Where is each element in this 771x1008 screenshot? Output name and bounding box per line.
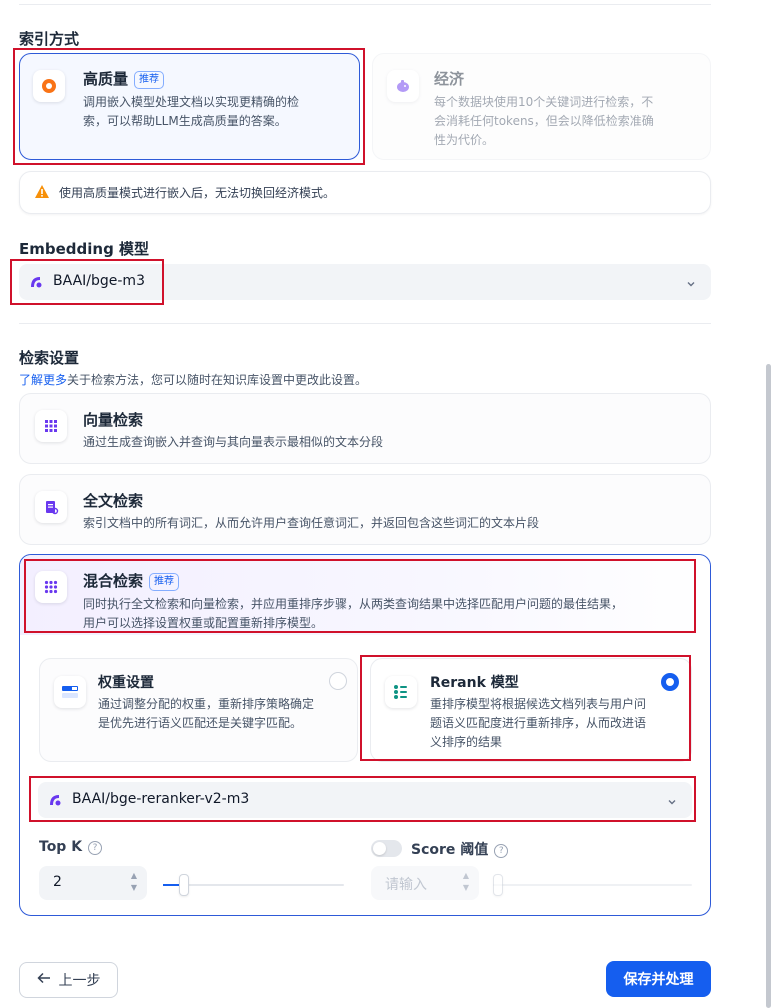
- rerank-model-title: Rerank 模型: [430, 675, 519, 691]
- fulltext-search-icon: [35, 491, 67, 523]
- index-mode-title: 索引方式: [19, 30, 80, 48]
- score-toggle-knob: [373, 842, 386, 855]
- high-quality-title: 高质量 推荐: [83, 68, 165, 89]
- vector-search-desc: 通过生成查询嵌入并查询与其向量表示最相似的文本分段: [83, 435, 384, 449]
- back-button[interactable]: 上一步: [19, 962, 118, 998]
- economy-desc: 每个数据块使用10个关键词进行检索，不 会消耗任何tokens，但会以降低检索准…: [434, 95, 654, 147]
- save-button-label: 保存并处理: [623, 972, 694, 988]
- fulltext-search-title: 全文检索: [83, 492, 144, 510]
- top-k-value: 2: [53, 874, 62, 890]
- recommend-badge: 推荐: [134, 71, 165, 89]
- vector-search-title: 向量检索: [83, 411, 144, 429]
- scrollbar[interactable]: [766, 364, 771, 1008]
- vector-search-icon: [35, 410, 67, 442]
- top-divider: [19, 4, 711, 5]
- warning-banner: 使用高质量模式进行嵌入后，无法切换回经济模式。: [19, 171, 711, 214]
- retrieval-subtitle: 了解更多关于检索方法，您可以随时在知识库设置中更改此设置。: [19, 373, 368, 387]
- hybrid-search-desc: 同时执行全文检索和向量检索，并应用重排序步骤，从两类查询结果中选择匹配用户问题的…: [83, 597, 624, 630]
- top-k-stepper[interactable]: ▲ ▼: [127, 870, 141, 896]
- rerank-model-value: BAAI/bge-reranker-v2-m3: [72, 791, 250, 807]
- hybrid-search-title: 混合检索 推荐: [83, 570, 180, 591]
- top-k-slider-thumb[interactable]: [179, 874, 189, 896]
- model-provider-icon: [28, 274, 44, 294]
- rerank-model-option[interactable]: Rerank 模型 重排序模型将根据候选文档列表与用户问 题语义匹配度进行重新排…: [370, 658, 692, 762]
- vector-search-card[interactable]: 向量检索 通过生成查询嵌入并查询与其向量表示最相似的文本分段: [19, 393, 711, 464]
- retrieval-title: 检索设置: [19, 349, 80, 367]
- embedding-model-value: BAAI/bge-m3: [53, 273, 145, 289]
- warning-text: 使用高质量模式进行嵌入后，无法切换回经济模式。: [59, 186, 336, 200]
- weight-setting-desc: 通过调整分配的权重，重新排序策略确定 是优先进行语义匹配还是关键字匹配。: [98, 697, 315, 730]
- chevron-down-icon: [685, 275, 697, 294]
- hybrid-search-icon: [35, 571, 67, 603]
- score-toggle[interactable]: [371, 840, 402, 857]
- embedding-model-select[interactable]: BAAI/bge-m3: [19, 264, 711, 300]
- weight-setting-radio[interactable]: [329, 672, 347, 690]
- rerank-model-select[interactable]: BAAI/bge-reranker-v2-m3: [38, 782, 692, 818]
- save-and-process-button[interactable]: 保存并处理: [606, 961, 711, 997]
- hybrid-search-card[interactable]: 混合检索 推荐 同时执行全文检索和向量检索，并应用重排序步骤，从两类查询结果中选择…: [19, 554, 711, 916]
- fulltext-search-desc: 索引文档中的所有词汇，从而允许用户查询任意词汇，并返回包含这些词汇的文本片段: [83, 516, 540, 530]
- warning-icon: [34, 184, 50, 203]
- score-slider-track[interactable]: [493, 884, 692, 886]
- fulltext-search-card[interactable]: 全文检索 索引文档中的所有词汇，从而允许用户查询任意词汇，并返回包含这些词汇的文…: [19, 474, 711, 545]
- score-stepper[interactable]: ▲ ▼: [459, 870, 473, 896]
- top-k-input[interactable]: 2 ▲ ▼: [39, 866, 147, 900]
- hybrid-recommend-badge: 推荐: [149, 573, 180, 591]
- score-threshold-label: Score 阈值?: [411, 839, 509, 859]
- score-threshold-placeholder: 请输入: [385, 877, 427, 893]
- back-button-label: 上一步: [58, 973, 101, 989]
- score-threshold-input[interactable]: 请输入 ▲ ▼: [371, 866, 479, 900]
- piggy-bank-icon: [387, 70, 419, 102]
- weight-icon: [54, 676, 86, 708]
- high-quality-icon: [33, 70, 65, 102]
- top-k-label: Top K?: [39, 839, 103, 855]
- economy-card[interactable]: 经济 每个数据块使用10个关键词进行检索，不 会消耗任何tokens，但会以降低…: [372, 53, 711, 160]
- reranker-provider-icon: [47, 792, 63, 812]
- top-k-slider-fill: [163, 884, 179, 886]
- economy-title: 经济: [434, 70, 465, 88]
- score-slider-thumb[interactable]: [493, 874, 503, 896]
- help-icon[interactable]: ?: [494, 844, 509, 858]
- mid-divider: [19, 323, 711, 324]
- chevron-down-icon: [666, 793, 678, 812]
- top-k-slider-track[interactable]: [163, 884, 344, 886]
- weight-setting-title: 权重设置: [98, 675, 154, 691]
- rerank-model-radio[interactable]: [661, 673, 679, 691]
- help-icon[interactable]: ?: [88, 841, 103, 855]
- rerank-model-desc: 重排序模型将根据候选文档列表与用户问 题语义匹配度进行重新排序，从而改进语 义排…: [430, 697, 647, 749]
- weight-setting-option[interactable]: 权重设置 通过调整分配的权重，重新排序策略确定 是优先进行语义匹配还是关键字匹配…: [39, 658, 358, 762]
- learn-more-link[interactable]: 了解更多: [19, 373, 67, 387]
- arrow-left-icon: [36, 972, 51, 988]
- rerank-icon: [385, 676, 417, 708]
- embedding-title: Embedding 模型: [19, 240, 150, 258]
- high-quality-desc: 调用嵌入模型处理文档以实现更精确的检 索，可以帮助LLM生成高质量的答案。: [83, 95, 300, 128]
- high-quality-card[interactable]: 高质量 推荐 调用嵌入模型处理文档以实现更精确的检 索，可以帮助LLM生成高质量的…: [19, 53, 360, 160]
